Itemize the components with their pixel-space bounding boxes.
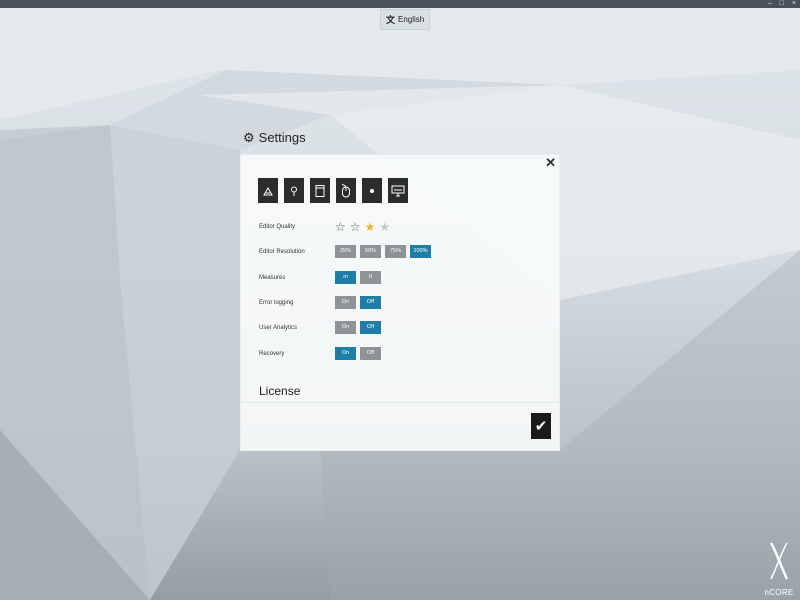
brand-name: nCORE <box>764 588 794 597</box>
recovery-toggle: On Off <box>335 347 381 360</box>
gear-icon: ⚙ <box>243 130 255 145</box>
star-icon[interactable]: ★ <box>379 220 390 234</box>
resolution-75-button[interactable]: 75% <box>385 245 406 258</box>
star-icon[interactable]: ☆ <box>350 220 361 234</box>
checkmark-icon: ✔ <box>534 417 548 435</box>
star-rating: ☆ ☆ ★ ★ <box>335 220 390 234</box>
user-analytics-toggle: On Off <box>335 321 381 334</box>
close-window-button[interactable]: × <box>792 0 796 8</box>
setting-row-measures: Measures m ft <box>259 271 549 285</box>
frame-tool-icon[interactable] <box>310 178 330 203</box>
recovery-on-button[interactable]: On <box>335 347 356 360</box>
mouse-tool-icon[interactable] <box>336 178 356 203</box>
pin-tool-icon[interactable] <box>284 178 304 203</box>
star-icon[interactable]: ★ <box>365 220 376 234</box>
settings-title: Settings <box>258 130 306 145</box>
confirm-button[interactable]: ✔ <box>531 413 551 439</box>
divider <box>241 402 559 403</box>
resolution-25-button[interactable]: 25% <box>335 245 356 258</box>
language-label: English <box>398 15 425 24</box>
close-icon[interactable]: ✕ <box>545 155 556 171</box>
triangle-tool-icon[interactable] <box>258 178 278 203</box>
setting-label: Measures <box>259 275 286 281</box>
settings-header: ⚙ Settings <box>243 130 306 145</box>
user-analytics-on-button[interactable]: On <box>335 321 356 334</box>
monitor-tool-icon[interactable] <box>388 178 408 203</box>
translate-icon: 文 <box>386 15 396 25</box>
measures-ft-button[interactable]: ft <box>360 271 381 284</box>
eye-tool-icon[interactable] <box>362 178 382 203</box>
window-title-bar: – □ × <box>0 0 800 8</box>
x-logo-icon <box>769 542 789 580</box>
setting-row-recovery: Recovery On Off <box>259 347 549 361</box>
language-selector-button[interactable]: 文 English <box>380 9 431 30</box>
license-heading: License <box>259 384 301 398</box>
setting-row-user-analytics: User Analytics On Off <box>259 321 549 335</box>
window-controls: – □ × <box>768 0 796 8</box>
setting-row-editor-resolution: Editor Resolution 25% 50% 75% 100% <box>259 245 549 259</box>
recovery-off-button[interactable]: Off <box>360 347 381 360</box>
settings-panel: ✕ Editor Quality ☆ ☆ ★ ★ Editor Resoluti… <box>240 154 560 451</box>
editor-resolution-options: 25% 50% 75% 100% <box>335 245 431 258</box>
error-logging-on-button[interactable]: On <box>335 296 356 309</box>
setting-row-editor-quality: Editor Quality ☆ ☆ ★ ★ <box>259 220 549 234</box>
setting-label: Editor Quality <box>259 224 296 230</box>
resolution-50-button[interactable]: 50% <box>360 245 381 258</box>
editor-quality-rating: ☆ ☆ ★ ★ <box>335 220 390 234</box>
error-logging-off-button[interactable]: Off <box>360 296 381 309</box>
error-logging-toggle: On Off <box>335 296 381 309</box>
setting-row-error-logging: Error logging On Off <box>259 296 549 310</box>
resolution-100-button[interactable]: 100% <box>410 245 431 258</box>
settings-toolbar <box>258 178 408 203</box>
brand-logo: nCORE <box>761 541 797 597</box>
setting-label: Editor Resolution <box>259 249 305 255</box>
maximize-button[interactable]: □ <box>780 0 784 8</box>
measures-options: m ft <box>335 271 381 284</box>
user-analytics-off-button[interactable]: Off <box>360 321 381 334</box>
setting-label: User Analytics <box>259 325 298 331</box>
minimize-button[interactable]: – <box>768 0 772 8</box>
setting-label: Recovery <box>259 351 285 357</box>
measures-m-button[interactable]: m <box>335 271 356 284</box>
setting-label: Error logging <box>259 300 294 306</box>
star-icon[interactable]: ☆ <box>335 220 346 234</box>
